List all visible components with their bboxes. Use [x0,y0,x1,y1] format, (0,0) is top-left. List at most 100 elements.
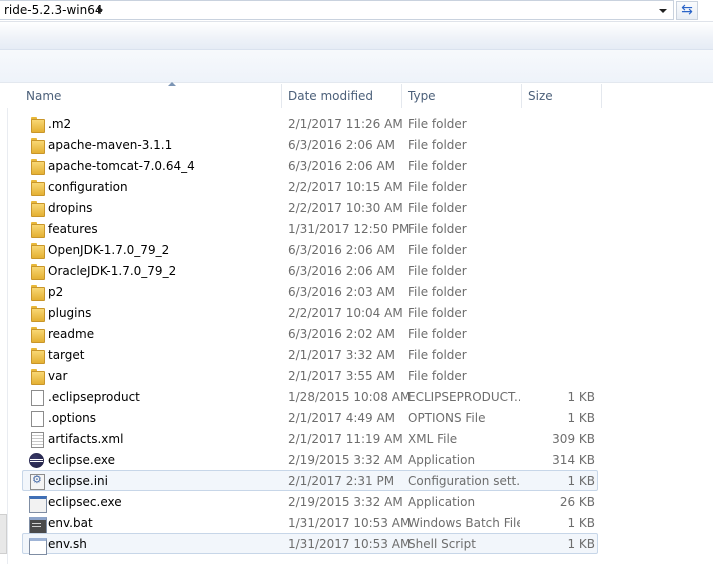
table-row[interactable]: eclipse.exe 2/19/2015 3:32 AM Application 3… [22,449,598,470]
file-date-modified: 1/31/2017 12:50 PM [288,222,410,236]
file-type: Shell Script [408,537,476,551]
table-row[interactable]: p2 6/3/2016 2:03 AM File folder [22,281,598,302]
table-row[interactable]: apache-tomcat-7.0.64_4 6/3/2016 2:06 AM Fi… [22,155,598,176]
navigation-scrollbar-thumb[interactable] [0,514,7,554]
command-bar [0,22,713,50]
folder-icon [29,306,45,322]
file-name: .m2 [48,117,72,131]
file-name: configuration [48,180,128,194]
file-type: File folder [408,201,467,215]
file-type: File folder [408,306,467,320]
file-name: env.sh [48,537,87,551]
table-row[interactable]: dropins 2/2/2017 10:30 AM File folder [22,197,598,218]
file-type: File folder [408,180,467,194]
column-header-size[interactable]: Size [522,84,602,108]
file-type: File folder [408,159,467,173]
table-row[interactable]: artifacts.xml 2/1/2017 11:19 AM XML File 30… [22,428,598,449]
table-row[interactable]: eclipse.ini 2/1/2017 2:31 PM Configuration… [22,470,598,491]
refresh-button[interactable]: ⇆ [676,1,698,20]
file-type: Configuration sett... [408,474,520,488]
file-name: plugins [48,306,92,320]
document-icon [29,411,45,427]
file-name: .eclipseproduct [48,390,140,404]
column-header-name[interactable]: Name [20,82,282,108]
table-row[interactable]: plugins 2/2/2017 10:04 AM File folder [22,302,598,323]
table-row[interactable]: eclipsec.exe 2/19/2015 3:32 AM Application… [22,491,598,513]
file-date-modified: 6/3/2016 2:03 AM [288,285,396,299]
file-size: 1 KB [567,390,595,404]
file-name: features [48,222,98,236]
file-type: XML File [408,432,458,446]
file-date-modified: 6/3/2016 2:06 AM [288,138,396,152]
table-row[interactable]: configuration 2/2/2017 10:15 AM File folde… [22,176,598,197]
folder-icon [29,264,45,280]
folder-icon [29,201,45,217]
table-row[interactable]: .options 2/1/2017 4:49 AM OPTIONS File 1 KB [22,407,598,428]
table-row[interactable]: OpenJDK-1.7.0_79_2 6/3/2016 2:06 AM File f… [22,239,598,260]
folder-icon [29,222,45,238]
file-date-modified: 1/31/2017 10:53 AM [288,537,411,551]
file-size: 1 KB [567,474,595,488]
file-name: eclipse.ini [48,474,108,488]
address-bar: ride-5.2.3-win64 ⇆ [0,0,713,22]
file-type: OPTIONS File [408,411,486,425]
address-field[interactable]: ride-5.2.3-win64 [0,0,674,20]
file-name: OpenJDK-1.7.0_79_2 [48,243,170,257]
table-row[interactable]: env.bat 1/31/2017 10:53 AM Windows Batch F… [22,512,598,534]
document-icon [29,390,45,406]
column-header-date-label: Date modified [288,89,374,103]
refresh-icon: ⇆ [681,2,693,18]
folder-icon [29,285,45,301]
chevron-down-icon[interactable] [655,3,671,19]
column-header-name-label: Name [26,89,62,103]
table-row[interactable]: target 2/1/2017 3:32 AM File folder [22,344,598,365]
column-header-type[interactable]: Type [402,84,522,108]
file-name: eclipse.exe [48,453,116,467]
table-row[interactable]: readme 6/3/2016 2:02 AM File folder [22,323,598,344]
file-date-modified: 2/1/2017 4:49 AM [288,411,396,425]
folder-icon [29,159,45,175]
table-row[interactable]: .m2 2/1/2017 11:26 AM File folder [22,113,598,134]
address-path: ride-5.2.3-win64 [4,3,103,17]
file-date-modified: 6/3/2016 2:06 AM [288,264,396,278]
file-type: File folder [408,348,467,362]
file-date-modified: 6/3/2016 2:06 AM [288,243,396,257]
file-name: eclipsec.exe [48,495,122,509]
file-size: 1 KB [567,537,595,551]
file-name: env.bat [48,516,93,530]
file-type: File folder [408,222,467,236]
file-size: 1 KB [567,516,595,530]
file-size: 314 KB [552,453,595,467]
file-date-modified: 2/2/2017 10:04 AM [288,306,403,320]
chevron-right-icon[interactable] [98,6,103,14]
table-row[interactable]: var 2/1/2017 3:55 AM File folder [22,365,598,386]
table-row[interactable]: features 1/31/2017 12:50 PM File folder [22,218,598,239]
folder-icon [29,117,45,133]
file-size: 26 KB [559,495,595,509]
folder-icon [29,327,45,343]
config-file-icon [29,473,45,490]
column-header-date-modified[interactable]: Date modified [282,84,402,108]
file-name: artifacts.xml [48,432,124,446]
file-date-modified: 6/3/2016 2:06 AM [288,159,396,173]
table-row[interactable]: env.sh 1/31/2017 10:53 AM Shell Script 1 KB [22,533,598,555]
file-date-modified: 6/3/2016 2:02 AM [288,327,396,341]
file-name: readme [48,327,95,341]
file-date-modified: 1/31/2017 10:53 AM [288,516,411,530]
table-row[interactable]: .eclipseproduct 1/28/2015 10:08 AM ECLIPSE… [22,386,598,407]
file-name: apache-tomcat-7.0.64_4 [48,159,195,173]
file-name: apache-maven-3.1.1 [48,138,173,152]
table-row[interactable]: OracleJDK-1.7.0_79_2 6/3/2016 2:06 AM File… [22,260,598,281]
sort-ascending-icon [168,82,176,86]
file-date-modified: 2/1/2017 2:31 PM [288,474,395,488]
column-header-size-label: Size [528,89,553,103]
folder-icon [29,180,45,196]
file-type: Application [408,453,476,467]
file-date-modified: 2/19/2015 3:32 AM [288,495,403,509]
file-type: Windows Batch File [408,516,520,530]
file-size: 309 KB [552,432,595,446]
file-name: dropins [48,201,93,215]
file-type: File folder [408,264,467,278]
file-name: target [48,348,85,362]
table-row[interactable]: apache-maven-3.1.1 6/3/2016 2:06 AM File f… [22,134,598,155]
